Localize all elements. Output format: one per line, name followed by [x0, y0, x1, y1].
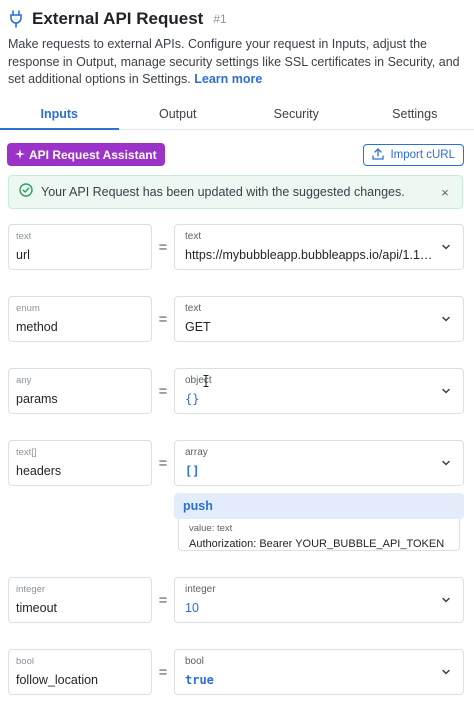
item-value: Authorization: Bearer YOUR_BUBBLE_API_TO… — [189, 538, 445, 550]
chevron-down-icon[interactable] — [439, 665, 453, 679]
param-name: timeout — [16, 601, 57, 615]
chevron-down-icon[interactable] — [439, 312, 453, 326]
param-value: https://mybubbleapp.bubbleapps.io/api/1.… — [185, 248, 433, 262]
equals-sign: = — [158, 382, 168, 400]
param-value-box[interactable]: text https://mybubbleapp.bubbleapps.io/a… — [174, 224, 464, 270]
param-value: GET — [185, 320, 211, 334]
tab-settings[interactable]: Settings — [356, 98, 474, 129]
param-type: text — [16, 231, 32, 242]
param-name: method — [16, 320, 58, 334]
param-value: 10 — [185, 601, 199, 615]
tab-bar: Inputs Output Security Settings — [0, 98, 474, 130]
value-type: array — [185, 447, 208, 458]
item-type: value: text — [189, 523, 233, 534]
param-name-box[interactable]: text[] headers — [8, 440, 152, 486]
panel-header: External API Request #1 — [8, 6, 466, 32]
value-type: integer — [185, 584, 216, 595]
param-type: enum — [16, 303, 40, 314]
param-value: true — [185, 673, 214, 687]
push-button[interactable]: push — [174, 493, 464, 519]
field-row-method: enum method = text GET — [8, 296, 464, 342]
param-value-box[interactable]: text GET — [174, 296, 464, 342]
plug-icon — [8, 9, 24, 29]
param-value-box[interactable]: bool true — [174, 649, 464, 695]
api-request-assistant-button[interactable]: API Request Assistant — [7, 143, 165, 166]
param-name-box[interactable]: bool follow_location — [8, 649, 152, 695]
param-type: bool — [16, 656, 34, 667]
param-name: headers — [16, 464, 62, 478]
param-name-box[interactable]: any params — [8, 368, 152, 414]
chevron-down-icon[interactable] — [439, 240, 453, 254]
param-name-box[interactable]: integer timeout — [8, 577, 152, 623]
chevron-down-icon[interactable] — [439, 593, 453, 607]
page-title: External API Request — [32, 9, 204, 28]
import-icon — [372, 147, 385, 163]
param-type: text[] — [16, 447, 37, 458]
success-alert: Your API Request has been updated with t… — [8, 175, 463, 209]
param-value-box[interactable]: array [] — [174, 440, 464, 486]
param-value: [] — [185, 464, 200, 478]
alert-message: Your API Request has been updated with t… — [41, 185, 405, 199]
equals-sign: = — [158, 454, 168, 472]
param-name: follow_location — [16, 673, 98, 687]
node-number: #1 — [213, 12, 227, 26]
param-name: params — [16, 392, 58, 406]
equals-sign: = — [158, 238, 168, 256]
array-item[interactable]: value: text Authorization: Bearer YOUR_B… — [178, 519, 460, 551]
field-row-headers: text[] headers = array [] — [8, 440, 464, 486]
import-label: Import cURL — [390, 149, 455, 161]
param-value-box[interactable]: integer 10 — [174, 577, 464, 623]
param-name-box[interactable]: text url — [8, 224, 152, 270]
tab-inputs[interactable]: Inputs — [0, 98, 119, 130]
value-type: object — [185, 375, 212, 386]
chevron-down-icon[interactable] — [439, 456, 453, 470]
learn-more-link[interactable]: Learn more — [194, 72, 262, 86]
param-value-box[interactable]: object {} — [174, 368, 464, 414]
equals-sign: = — [158, 663, 168, 681]
param-name: url — [16, 248, 30, 262]
close-icon[interactable]: × — [438, 185, 452, 200]
param-value: {} — [185, 392, 200, 406]
equals-sign: = — [158, 310, 168, 328]
assistant-label: API Request Assistant — [29, 147, 157, 162]
tab-security[interactable]: Security — [237, 98, 356, 129]
import-curl-button[interactable]: Import cURL — [363, 144, 464, 166]
equals-sign: = — [158, 591, 168, 609]
value-type: text — [185, 231, 202, 242]
chevron-down-icon[interactable] — [439, 384, 453, 398]
tab-output[interactable]: Output — [119, 98, 238, 129]
field-row-url: text url = text https://mybubbleapp.bubb… — [8, 224, 464, 270]
param-type: any — [16, 375, 32, 386]
sparkle-icon — [15, 148, 25, 162]
field-row-follow-location: bool follow_location = bool true — [8, 649, 464, 695]
param-name-box[interactable]: enum method — [8, 296, 152, 342]
field-row-timeout: integer timeout = integer 10 — [8, 577, 464, 623]
param-type: integer — [16, 584, 46, 595]
description: Make requests to external APIs. Configur… — [8, 36, 468, 89]
text-cursor-icon — [203, 375, 209, 387]
value-type: bool — [185, 656, 204, 667]
value-type: text — [185, 303, 202, 314]
field-row-params: any params = object {} — [8, 368, 464, 414]
check-circle-icon — [19, 182, 33, 202]
